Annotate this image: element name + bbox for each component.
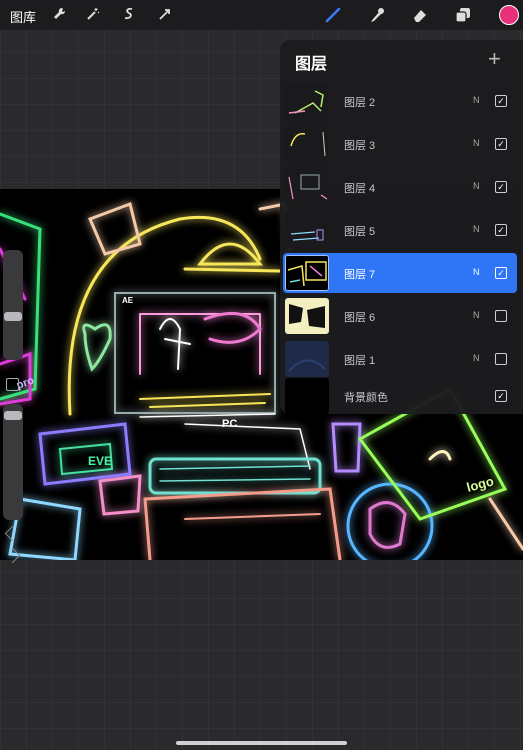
blend-mode-button[interactable]: N — [473, 224, 480, 234]
background-visibility-checkbox[interactable]: ✓ — [495, 390, 507, 402]
blend-mode-button[interactable]: N — [473, 181, 480, 191]
layer-name: 图层 4 — [344, 183, 376, 195]
magic-wand-icon[interactable] — [82, 3, 104, 25]
layer-name: 图层 5 — [344, 226, 376, 238]
transform-icon[interactable] — [154, 3, 176, 25]
layer-row[interactable]: 图层 7 N ✓ — [283, 253, 517, 293]
layer-thumbnail — [285, 169, 329, 205]
visibility-checkbox[interactable] — [495, 353, 507, 365]
blend-mode-button[interactable]: N — [473, 353, 480, 363]
blend-mode-button[interactable]: N — [473, 138, 480, 148]
background-color-row[interactable]: 背景颜色 ✓ — [283, 376, 517, 416]
layer-thumbnail — [285, 255, 329, 291]
visibility-checkbox[interactable]: ✓ — [495, 95, 507, 107]
layers-icon[interactable] — [452, 4, 474, 26]
layers-panel-title: 图层 — [295, 56, 328, 73]
neon-lamp-arm — [67, 215, 262, 416]
add-layer-button[interactable]: + — [488, 46, 501, 72]
layer-row[interactable]: 图层 3 N ✓ — [283, 124, 517, 164]
layer-name: 图层 1 — [344, 355, 376, 367]
canvas-label-logo: logo — [465, 473, 495, 495]
canvas-label-ae: AE — [122, 296, 134, 305]
visibility-checkbox[interactable]: ✓ — [495, 138, 507, 150]
color-swatch[interactable] — [499, 5, 519, 25]
canvas-label-eve: EVE — [88, 454, 112, 468]
gallery-button[interactable]: 图库 — [10, 7, 36, 26]
canvas-label-pc: PC — [222, 418, 237, 430]
visibility-checkbox[interactable]: ✓ — [495, 267, 507, 279]
visibility-checkbox[interactable]: ✓ — [495, 224, 507, 236]
blend-mode-button[interactable]: N — [473, 95, 480, 105]
redo-icon[interactable] — [4, 547, 21, 564]
layer-thumbnail — [285, 126, 329, 162]
layer-row[interactable]: 图层 2 N ✓ — [283, 81, 517, 121]
left-sidebar — [1, 246, 23, 571]
smudge-icon[interactable] — [366, 4, 388, 26]
eraser-icon[interactable] — [409, 4, 431, 26]
brush-size-slider[interactable] — [3, 250, 23, 360]
visibility-checkbox[interactable]: ✓ — [495, 181, 507, 193]
brush-icon[interactable] — [322, 4, 344, 26]
top-toolbar: 图库 — [0, 0, 523, 30]
layer-row[interactable]: 图层 1 N — [283, 339, 517, 379]
layer-name: 图层 3 — [344, 140, 376, 152]
layer-thumbnail — [285, 341, 329, 377]
wrench-icon[interactable] — [48, 3, 70, 25]
background-color-label: 背景颜色 — [344, 392, 388, 404]
layer-thumbnail — [285, 212, 329, 248]
selection-icon[interactable] — [118, 3, 140, 25]
layer-row[interactable]: 图层 5 N ✓ — [283, 210, 517, 250]
layer-name: 图层 7 — [344, 269, 376, 281]
blend-mode-button[interactable]: N — [473, 310, 480, 320]
neon-tablet — [38, 422, 132, 486]
visibility-checkbox[interactable] — [495, 310, 507, 322]
blend-mode-button[interactable]: N — [473, 267, 480, 277]
layer-thumbnail — [285, 83, 329, 119]
layers-panel: 图层 + 图层 2 N ✓ 图层 3 N ✓ 图层 4 N ✓ 图层 5 N ✓… — [280, 40, 523, 414]
background-color-thumbnail — [285, 378, 329, 414]
brush-size-thumb[interactable] — [4, 312, 22, 321]
layer-name: 图层 6 — [344, 312, 376, 324]
home-indicator — [176, 741, 347, 745]
modify-button[interactable] — [6, 378, 19, 391]
opacity-slider[interactable] — [3, 404, 23, 520]
opacity-thumb[interactable] — [4, 411, 22, 420]
layer-thumbnail — [285, 298, 329, 334]
layer-row[interactable]: 图层 6 N — [283, 296, 517, 336]
undo-icon[interactable] — [4, 525, 21, 542]
layer-name: 图层 2 — [344, 97, 376, 109]
layer-row[interactable]: 图层 4 N ✓ — [283, 167, 517, 207]
